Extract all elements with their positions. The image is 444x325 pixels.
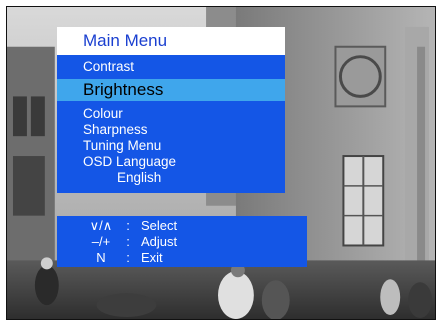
- osd-language-value[interactable]: English: [117, 170, 161, 186]
- menu-item-brightness[interactable]: Brightness: [83, 79, 163, 101]
- help-separator: :: [126, 250, 130, 265]
- menu-item-sharpness[interactable]: Sharpness: [83, 122, 148, 138]
- menu-item-osd-language[interactable]: OSD Language: [83, 154, 176, 170]
- main-menu-panel: Main Menu Contrast Brightness Colour Sha…: [57, 27, 285, 193]
- help-separator: :: [126, 218, 130, 233]
- help-action-select: Select: [141, 218, 178, 233]
- menu-item-tuning-menu[interactable]: Tuning Menu: [83, 138, 161, 154]
- help-action-adjust: Adjust: [141, 234, 178, 249]
- key-help-panel: ∨/∧ : Select –/+ : Adjust N : Exit: [57, 216, 307, 267]
- menu-item-contrast[interactable]: Contrast: [83, 59, 134, 75]
- help-separator: :: [126, 234, 130, 249]
- menu-item-colour[interactable]: Colour: [83, 106, 123, 122]
- menu-title: Main Menu: [57, 27, 285, 55]
- minus-plus-keys-icon: –/+: [91, 234, 111, 249]
- n-key-icon: N: [96, 250, 106, 265]
- up-down-keys-icon: ∨/∧: [89, 218, 113, 233]
- help-action-exit: Exit: [141, 250, 163, 265]
- tv-screen: Main Menu Contrast Brightness Colour Sha…: [6, 6, 436, 320]
